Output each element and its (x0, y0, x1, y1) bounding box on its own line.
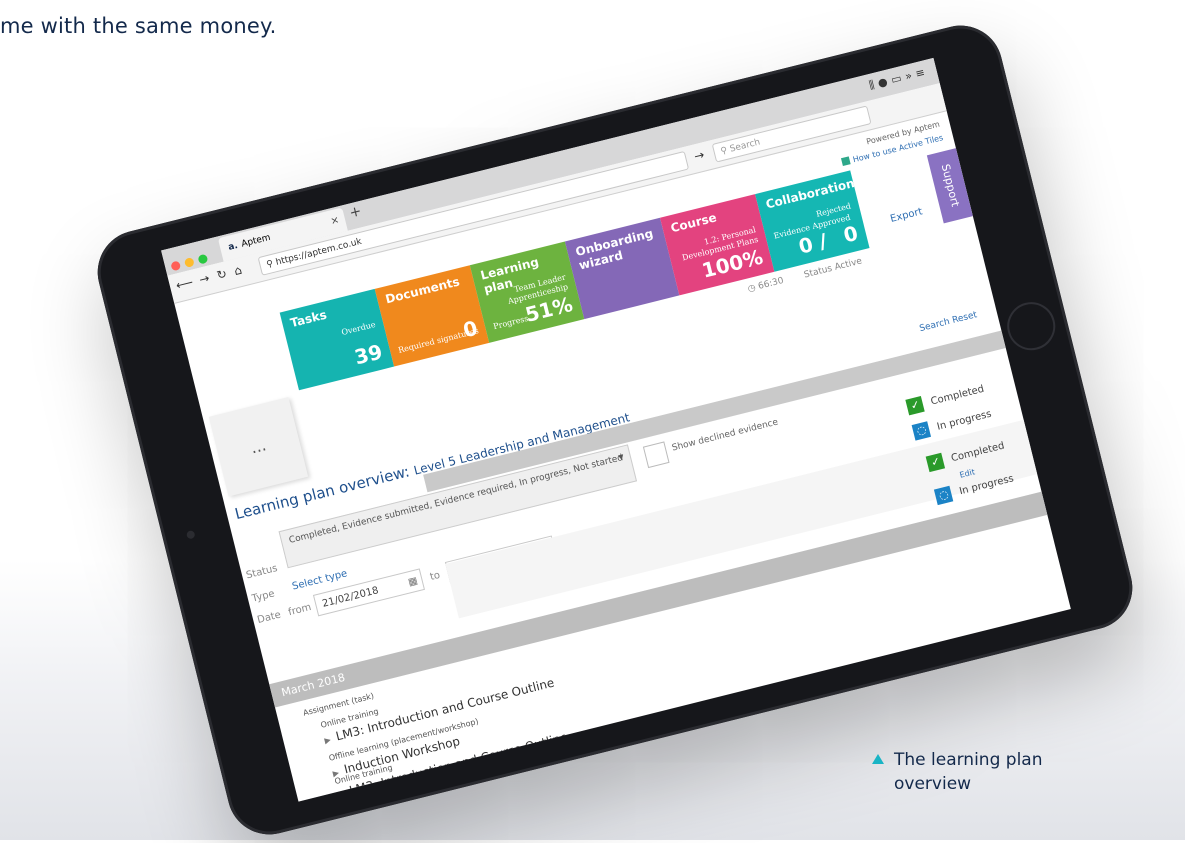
tile-course[interactable]: Course 1.2: Personal Development Plans 1… (660, 194, 775, 296)
back-icon[interactable]: ⟵ (174, 275, 194, 293)
tile-label: Progress (492, 313, 530, 332)
tile-documents[interactable]: Documents Required signatures 0 (374, 265, 490, 367)
caption: The learning plan overview (872, 748, 1072, 796)
reload-icon[interactable]: ↻ (215, 267, 228, 283)
tab-title: Aptem (240, 232, 272, 250)
from-date-value: 21/02/2018 (321, 585, 380, 610)
check-icon: ✓ (905, 395, 926, 416)
search-placeholder: Search (728, 137, 762, 155)
expand-arrow-icon[interactable]: ▶ (324, 735, 332, 745)
spinner-icon: ◌ (934, 485, 954, 506)
show-declined-checkbox[interactable] (642, 441, 670, 469)
close-tab-icon[interactable]: × (328, 209, 342, 234)
close-window-icon[interactable] (170, 260, 182, 272)
type-label: Type (250, 588, 276, 605)
support-tab[interactable]: Support (926, 148, 973, 224)
maximize-window-icon[interactable] (197, 253, 209, 265)
tile-value: 39 (352, 339, 385, 370)
tile-label: Overdue (340, 319, 377, 338)
avatar[interactable]: ... (208, 397, 309, 497)
home-button (1002, 297, 1061, 356)
tiles-icon (841, 156, 851, 166)
to-label: to (428, 569, 442, 583)
new-tab-icon[interactable]: + (348, 203, 363, 221)
search-link[interactable]: Search (919, 317, 951, 334)
timer: ◷ 66:30 (747, 276, 785, 295)
tile-value-rejected: 0 (841, 220, 861, 248)
export-link[interactable]: Export (889, 206, 923, 225)
legend-completed-label: Completed (929, 383, 986, 408)
spinner-icon: ◌ (911, 421, 932, 441)
status-label: Status (245, 562, 279, 582)
camera (185, 529, 196, 540)
menu-icon[interactable]: ≡ (914, 65, 930, 81)
tile-learning-plan[interactable]: Learning plan Team Leader Apprenticeship… (469, 241, 585, 343)
search-reset: Search Reset (919, 310, 979, 334)
tile-onboarding[interactable]: Onboarding wizard (564, 217, 680, 320)
reset-link[interactable]: Reset (951, 310, 978, 326)
home-icon[interactable]: ⌂ (233, 263, 244, 278)
aptem-logo-icon: a. (227, 240, 239, 253)
caption-text: The learning plan overview (894, 750, 1043, 794)
expand-arrow-icon[interactable]: ▶ (337, 789, 345, 799)
calendar-icon[interactable]: ▦ (406, 571, 420, 595)
tile-value-approved: 0 / (796, 228, 830, 259)
tile-title: Onboarding wizard (574, 226, 655, 273)
tile-collaboration[interactable]: Collaboration Evidence Approved Rejected… (755, 170, 870, 272)
go-arrow-icon[interactable]: → (693, 147, 706, 163)
tile-tasks[interactable]: Tasks Overdue 39 (279, 288, 395, 391)
check-icon: ✓ (926, 452, 946, 473)
tile-title: Documents (383, 274, 462, 307)
date-label: Date (256, 609, 283, 626)
triangle-icon (872, 754, 884, 764)
from-label: from (287, 601, 313, 619)
minimize-window-icon[interactable] (183, 257, 195, 268)
headline: me with the same money. (0, 14, 277, 38)
forward-icon[interactable]: → (198, 271, 211, 287)
timer-value: 66:30 (757, 275, 785, 292)
